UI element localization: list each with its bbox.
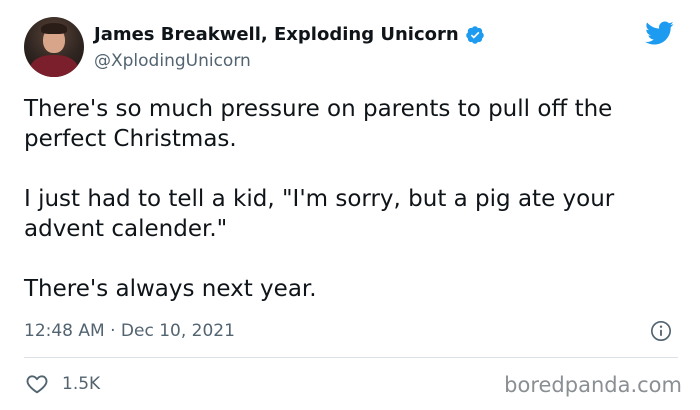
twitter-bird-icon[interactable] (642, 18, 676, 48)
tweet-paragraph: There's so much pressure on parents to p… (24, 96, 613, 152)
author-name-row[interactable]: James Breakwell, Exploding Unicorn (94, 24, 485, 46)
author-display-name[interactable]: James Breakwell, Exploding Unicorn (94, 24, 459, 46)
tweet-paragraph: There's always next year. (24, 276, 317, 302)
avatar-hair (41, 23, 67, 34)
tweet-timestamp[interactable]: 12:48 AM · Dec 10, 2021 (24, 320, 235, 342)
heart-icon (26, 375, 48, 394)
like-button[interactable]: 1.5K (24, 372, 100, 396)
avatar-shirt (30, 55, 78, 77)
verified-badge-icon (465, 26, 484, 44)
watermark: boredpanda.com (504, 373, 682, 397)
like-count: 1.5K (62, 374, 101, 394)
divider (24, 357, 678, 358)
tweet-paragraph: I just had to tell a kid, "I'm sorry, bu… (24, 186, 615, 242)
author-handle[interactable]: @XplodingUnicorn (94, 51, 251, 71)
tweet-card: James Breakwell, Exploding Unicorn @Xplo… (0, 0, 700, 410)
avatar[interactable] (24, 17, 84, 77)
tweet-text: There's so much pressure on parents to p… (24, 94, 684, 304)
info-icon[interactable] (650, 320, 672, 342)
